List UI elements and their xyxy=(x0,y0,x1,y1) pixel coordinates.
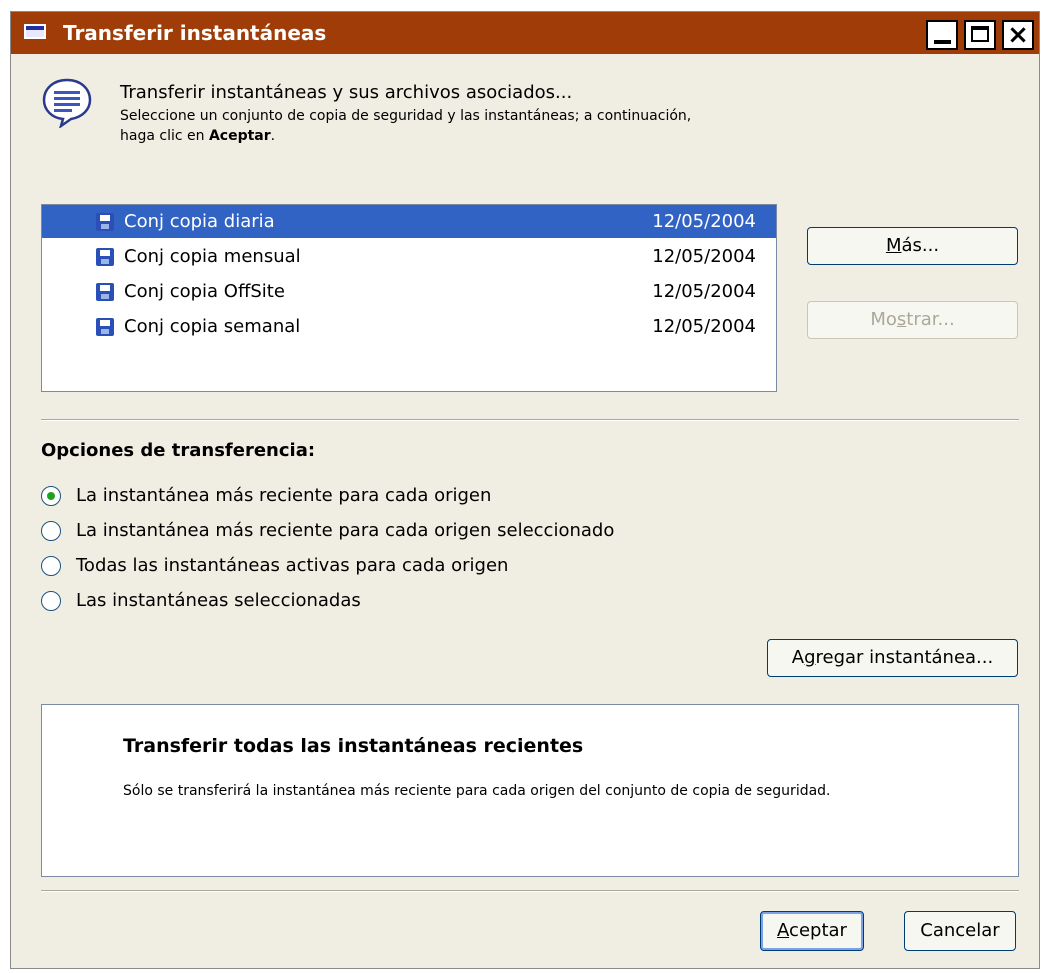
radio-label: Las instantáneas seleccionadas xyxy=(76,590,361,611)
intro-line2-bold: Aceptar xyxy=(208,128,271,144)
maximize-icon xyxy=(971,26,989,42)
backup-set-date: 12/05/2004 xyxy=(652,316,756,337)
minimize-button[interactable] xyxy=(926,20,958,50)
dialog-window: Transferir instantáneas × Transferir ins… xyxy=(10,11,1040,969)
floppy-disk-icon xyxy=(96,248,114,266)
minimize-icon xyxy=(934,40,951,44)
add-snapshot-button[interactable]: Agregar instantánea... xyxy=(767,639,1018,677)
add-label-prefix: A xyxy=(791,647,805,668)
radio-button[interactable] xyxy=(41,486,61,506)
window-title: Transferir instantáneas xyxy=(63,21,327,45)
maximize-button[interactable] xyxy=(964,20,996,50)
intro-instructions: Seleccione un conjunto de copia de segur… xyxy=(120,106,840,146)
backup-set-list[interactable]: Conj copia diaria 12/05/2004 Conj copia … xyxy=(41,204,777,392)
divider xyxy=(41,890,1019,892)
floppy-disk-icon xyxy=(96,213,114,231)
more-accelerator: M xyxy=(885,235,902,256)
list-item[interactable]: Conj copia semanal 12/05/2004 xyxy=(42,310,776,343)
show-button[interactable]: Mostrar... xyxy=(807,301,1018,339)
backup-set-name: Conj copia semanal xyxy=(124,316,301,337)
speech-bubble-icon xyxy=(42,78,92,128)
show-label-suffix: trar... xyxy=(906,309,955,330)
more-label-suffix: ás... xyxy=(901,235,940,256)
description-text: Sólo se transferirá la instantánea más r… xyxy=(123,783,831,799)
description-panel: Transferir todas las instantáneas recien… xyxy=(41,704,1019,877)
radio-label: La instantánea más reciente para cada or… xyxy=(76,520,615,541)
add-label-suffix: regar instantánea... xyxy=(815,647,994,668)
backup-set-name: Conj copia diaria xyxy=(124,211,275,232)
radio-label: Todas las instantáneas activas para cada… xyxy=(76,555,509,576)
close-icon: × xyxy=(1007,20,1029,50)
ok-label-suffix: ceptar xyxy=(789,920,847,941)
cancel-button[interactable]: Cancelar xyxy=(904,911,1016,951)
list-item[interactable]: Conj copia OffSite 12/05/2004 xyxy=(42,275,776,308)
list-item[interactable]: Conj copia mensual 12/05/2004 xyxy=(42,240,776,273)
more-button[interactable]: Más... xyxy=(807,227,1018,265)
ok-accelerator: A xyxy=(777,920,790,941)
intro-line2-prefix: haga clic en xyxy=(120,128,209,144)
show-label-prefix: Mo xyxy=(870,309,897,330)
radio-label: La instantánea más reciente para cada or… xyxy=(76,485,492,506)
add-accelerator: g xyxy=(804,647,816,668)
radio-button[interactable] xyxy=(41,556,61,576)
divider xyxy=(41,419,1019,421)
backup-set-date: 12/05/2004 xyxy=(652,281,756,302)
intro-line1: Seleccione un conjunto de copia de segur… xyxy=(120,108,692,124)
intro-heading: Transferir instantáneas y sus archivos a… xyxy=(120,82,573,103)
intro-line2-suffix: . xyxy=(270,128,276,144)
radio-button[interactable] xyxy=(41,591,61,611)
transfer-options-label: Opciones de transferencia: xyxy=(41,440,316,461)
description-title: Transferir todas las instantáneas recien… xyxy=(123,735,584,757)
list-item[interactable]: Conj copia diaria 12/05/2004 xyxy=(42,205,776,238)
ok-button[interactable]: Aceptar xyxy=(760,911,864,951)
backup-set-date: 12/05/2004 xyxy=(652,246,756,267)
window-icon xyxy=(24,24,46,39)
floppy-disk-icon xyxy=(96,318,114,336)
radio-button[interactable] xyxy=(41,521,61,541)
title-bar[interactable]: Transferir instantáneas × xyxy=(11,12,1039,54)
floppy-disk-icon xyxy=(96,283,114,301)
show-accelerator: s xyxy=(896,309,907,330)
close-button[interactable]: × xyxy=(1002,20,1034,50)
backup-set-date: 12/05/2004 xyxy=(652,211,756,232)
backup-set-name: Conj copia mensual xyxy=(124,246,301,267)
backup-set-name: Conj copia OffSite xyxy=(124,281,285,302)
